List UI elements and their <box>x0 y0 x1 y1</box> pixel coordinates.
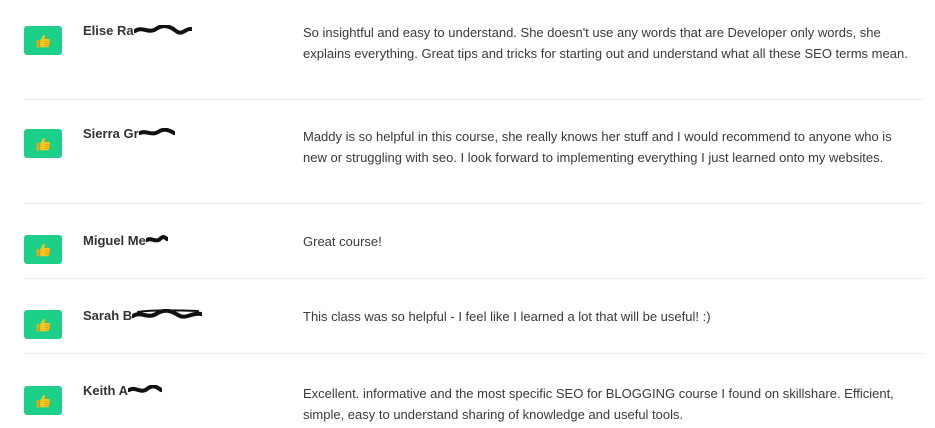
review-comment: So insightful and easy to understand. Sh… <box>303 25 908 61</box>
review-list: Elise Ra So insightful and easy to under… <box>24 0 924 428</box>
thumbs-up-icon <box>36 318 50 331</box>
thumbs-up-badge <box>24 26 62 55</box>
review-comment: Maddy is so helpful in this course, she … <box>303 129 892 165</box>
review-item: Sarah B This class was so helpful - I fe… <box>24 279 924 354</box>
review-item: Miguel Me Great course! <box>24 204 924 279</box>
redaction-scribble <box>138 127 175 135</box>
redaction-scribble <box>128 384 163 393</box>
reviewer-name: Sarah B <box>83 308 203 323</box>
thumbs-up-badge <box>24 235 62 264</box>
reviewer-name: Miguel Me <box>83 233 168 248</box>
reviewer-name: Sierra Gr <box>83 126 175 141</box>
review-item: Keith A Excellent. informative and the m… <box>24 354 924 428</box>
redaction-scribble <box>132 308 203 319</box>
review-item: Elise Ra So insightful and easy to under… <box>24 0 924 100</box>
thumbs-up-icon <box>36 394 50 407</box>
thumbs-up-icon <box>36 34 50 47</box>
thumbs-up-icon <box>36 137 50 150</box>
thumbs-up-badge <box>24 386 62 415</box>
reviewer-name: Keith A <box>83 383 163 398</box>
review-item: Sierra Gr Maddy is so helpful in this co… <box>24 100 924 204</box>
review-comment: Great course! <box>303 234 382 249</box>
thumbs-up-icon <box>36 243 50 256</box>
redaction-scribble <box>145 234 168 242</box>
review-comment: This class was so helpful - I feel like … <box>303 309 711 324</box>
thumbs-up-badge <box>24 129 62 158</box>
thumbs-up-badge <box>24 310 62 339</box>
review-comment: Excellent. informative and the most spec… <box>303 386 894 422</box>
reviewer-name: Elise Ra <box>83 23 192 38</box>
redaction-scribble <box>133 24 192 35</box>
